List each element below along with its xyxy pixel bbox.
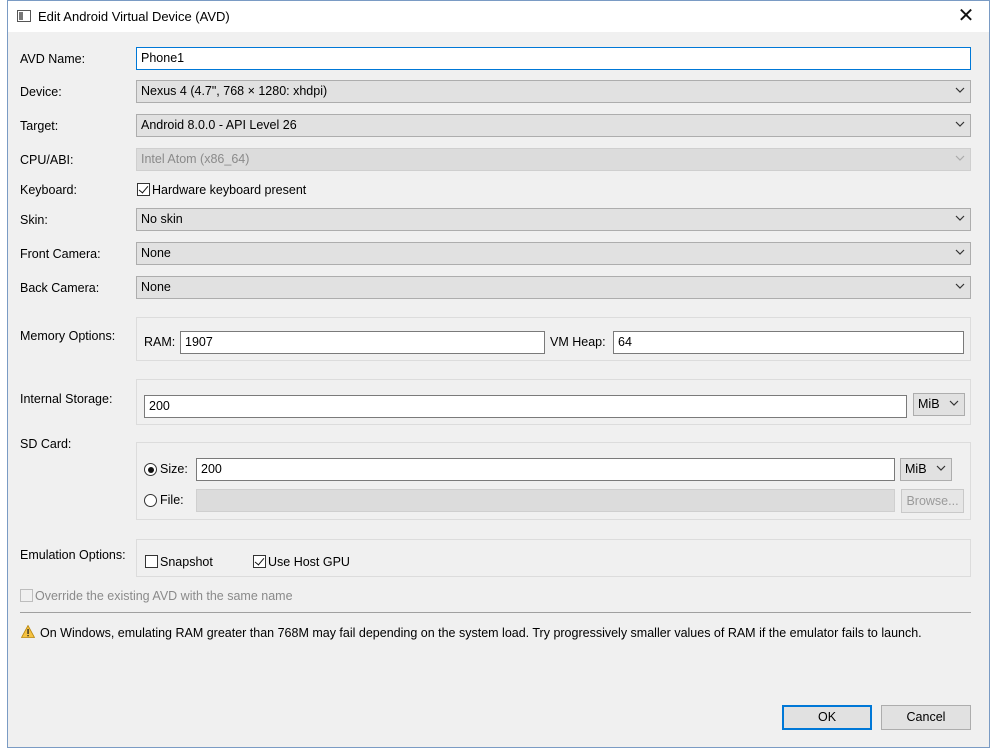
hardware-keyboard-checkbox[interactable]	[137, 183, 150, 196]
emulation-options-label: Emulation Options:	[20, 548, 126, 562]
sd-size-unit-select[interactable]: MiB	[900, 458, 952, 481]
sd-file-input[interactable]	[196, 489, 895, 512]
chevron-down-icon	[949, 398, 959, 408]
ram-label: RAM:	[144, 335, 176, 349]
internal-storage-label: Internal Storage:	[20, 392, 113, 406]
override-checkbox[interactable]	[20, 589, 33, 602]
chevron-down-icon	[955, 247, 965, 257]
use-host-gpu-label: Use Host GPU	[268, 555, 350, 569]
use-host-gpu-checkbox[interactable]	[253, 555, 266, 568]
avd-name-input[interactable]: Phone1	[136, 47, 971, 70]
device-select-value: Nexus 4 (4.7", 768 × 1280: xhdpi)	[141, 84, 328, 98]
snapshot-label: Snapshot	[160, 555, 213, 569]
divider	[20, 612, 971, 613]
chevron-down-icon	[955, 153, 965, 163]
keyboard-label: Keyboard:	[20, 183, 77, 197]
sd-size-unit-value: MiB	[905, 462, 927, 476]
browse-button[interactable]: Browse...	[901, 489, 964, 513]
sd-file-label: File:	[160, 493, 184, 507]
ok-button[interactable]: OK	[782, 705, 872, 730]
target-label: Target:	[20, 119, 59, 133]
vm-heap-input[interactable]: 64	[613, 331, 964, 354]
front-camera-label: Front Camera:	[20, 247, 101, 261]
front-camera-select-value: None	[141, 246, 171, 260]
device-label: Device:	[20, 85, 62, 99]
memory-options-group: RAM: 1907 VM Heap: 64	[136, 317, 971, 361]
ram-input[interactable]: 1907	[180, 331, 545, 354]
target-select-value: Android 8.0.0 - API Level 26	[141, 118, 297, 132]
sd-file-radio[interactable]	[144, 494, 157, 507]
internal-storage-group: 200 MiB	[136, 379, 971, 425]
sd-size-radio[interactable]	[144, 463, 157, 476]
sd-size-label: Size:	[160, 462, 188, 476]
vm-heap-label: VM Heap:	[550, 335, 606, 349]
back-camera-select-value: None	[141, 280, 171, 294]
chevron-down-icon	[955, 281, 965, 291]
cpu-abi-select-value: Intel Atom (x86_64)	[141, 152, 250, 166]
emulation-options-group: Snapshot Use Host GPU	[136, 539, 971, 577]
target-select[interactable]: Android 8.0.0 - API Level 26	[136, 114, 971, 137]
avd-name-label: AVD Name:	[20, 52, 86, 66]
override-label: Override the existing AVD with the same …	[35, 589, 293, 603]
internal-storage-unit-value: MiB	[918, 397, 940, 411]
sd-card-label: SD Card:	[20, 437, 72, 451]
back-camera-label: Back Camera:	[20, 281, 100, 295]
sd-size-input[interactable]: 200	[196, 458, 895, 481]
hardware-keyboard-label: Hardware keyboard present	[152, 183, 307, 197]
close-icon[interactable]: ✕	[943, 1, 989, 32]
internal-storage-unit-select[interactable]: MiB	[913, 393, 965, 416]
back-camera-select[interactable]: None	[136, 276, 971, 299]
chevron-down-icon	[936, 463, 946, 473]
sd-card-group: Size: 200 MiB File: Browse...	[136, 442, 971, 520]
window-title: Edit Android Virtual Device (AVD)	[38, 9, 230, 24]
chevron-down-icon	[955, 119, 965, 129]
skin-select-value: No skin	[141, 212, 183, 226]
edit-avd-dialog: Edit Android Virtual Device (AVD) ✕ AVD …	[7, 0, 990, 748]
skin-select[interactable]: No skin	[136, 208, 971, 231]
cpu-abi-label: CPU/ABI:	[20, 153, 74, 167]
chevron-down-icon	[955, 85, 965, 95]
window-app-icon	[17, 10, 31, 22]
snapshot-checkbox[interactable]	[145, 555, 158, 568]
internal-storage-input[interactable]: 200	[144, 395, 907, 418]
memory-options-label: Memory Options:	[20, 329, 116, 343]
device-select[interactable]: Nexus 4 (4.7", 768 × 1280: xhdpi)	[136, 80, 971, 103]
front-camera-select[interactable]: None	[136, 242, 971, 265]
title-bar: Edit Android Virtual Device (AVD) ✕	[8, 1, 989, 32]
warning-icon	[20, 624, 36, 638]
chevron-down-icon	[955, 213, 965, 223]
cpu-abi-select: Intel Atom (x86_64)	[136, 148, 971, 171]
cancel-button[interactable]: Cancel	[881, 705, 971, 730]
warning-text: On Windows, emulating RAM greater than 7…	[40, 626, 922, 640]
skin-label: Skin:	[20, 213, 48, 227]
